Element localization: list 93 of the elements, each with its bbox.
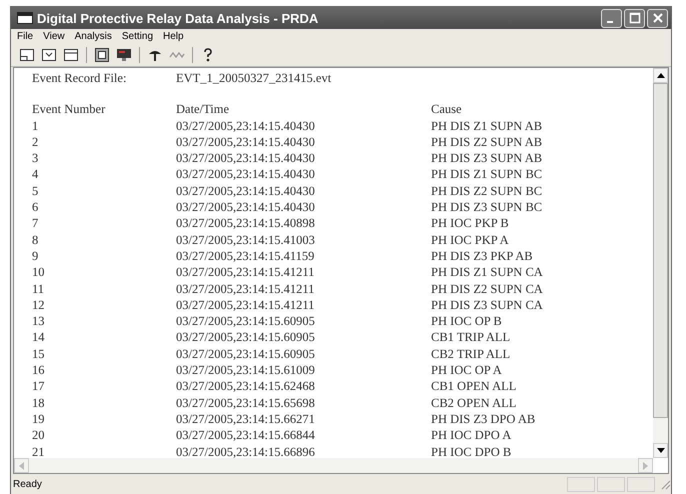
table-cell-text: 03/27/2005,23:14:15.40430 [176,182,316,200]
maximize-icon [628,11,642,25]
table-cell-text: 03/27/2005,23:14:15.41211 [176,280,316,297]
window-icon [17,12,33,24]
document-icon[interactable] [17,46,37,64]
scroll-down-icon[interactable] [653,443,668,458]
table-cell-text: CB2 OPEN ALL [431,394,518,411]
table-cell-text: CB1 TRIP ALL [431,329,512,346]
table-cell-text: 3 [32,150,40,166]
table-cell-text: 20 [32,427,46,444]
table-cell-text: 8 [32,232,40,248]
table-cell-text: 5 [32,182,40,200]
table-cell-text: PH DIS Z3 SUPN AB [431,150,544,166]
document-icon[interactable] [39,46,59,64]
table-cell-text: 03/27/2005,23:14:15.41159 [176,248,316,264]
menu-item[interactable]: Help [159,31,188,42]
table-cell-text: PH IOC OP A [431,362,503,378]
table-cell-text: 03/27/2005,23:14:15.40430 [176,199,316,216]
status-pane [567,476,595,492]
table-cell-text: 9 [32,248,40,264]
table-cell-text: PH IOC OP B [431,313,503,330]
close-icon [650,11,664,25]
table-cell-text: 11 [32,280,46,297]
table-cell-text: 21 [32,444,46,458]
table-cell-text: PH DIS Z2 SUPN BC [431,182,544,200]
column-header: Cause [431,101,463,118]
table-cell-text: 6 [32,199,40,216]
table-cell-text: PH DIS Z3 SUPN CA [431,296,544,314]
table-cell-text: PH IOC PKP B [431,215,510,232]
status-pane [627,476,655,492]
table-cell-text: 7 [32,215,40,232]
table-cell-text: 19 [32,410,46,428]
table-cell-text: 03/27/2005,23:14:15.66271 [176,410,316,428]
status-text: Ready [13,478,43,490]
minimize-icon [606,21,612,23]
table-cell-text: 03/27/2005,23:14:15.62468 [176,378,316,395]
table-cell-text: 03/27/2005,23:14:15.41211 [176,296,316,314]
table-cell-text: 10 [32,264,46,281]
table-cell-text: 18 [32,394,46,411]
table-cell-text: PH IOC DPO B [431,444,512,458]
resize-grip-icon[interactable] [659,478,671,490]
table-cell-text: 03/27/2005,23:14:15.66844 [176,427,316,444]
table-cell-text: 03/27/2005,23:14:15.40898 [176,215,316,232]
table-cell-text: 03/27/2005,23:14:15.41003 [176,232,316,248]
table-cell-text: 03/27/2005,23:14:15.60905 [176,313,316,330]
table-cell-text: PH DIS Z2 SUPN CA [431,280,544,297]
table-cell-text: 15 [32,346,46,362]
table-cell-text: 17 [32,378,46,395]
monitor-icon[interactable] [114,46,134,64]
table-cell-text: 14 [32,329,46,346]
close-button[interactable] [647,8,668,28]
table-cell-text: 12 [32,296,46,314]
table-cell-text: 03/27/2005,23:14:15.40430 [176,134,316,150]
column-header: Date/Time [176,101,230,118]
record-file-name: EVT_1_20050327_231415.evt [176,70,332,86]
column-header: Event Number [32,101,106,118]
document-icon[interactable] [61,46,81,64]
status-pane [597,476,625,492]
table-cell-text: PH DIS Z2 SUPN AB [431,134,544,150]
table-cell-text: CB2 TRIP ALL [431,346,512,362]
table-cell-text: 2 [32,134,40,150]
table-cell-text: PH IOC DPO A [431,427,512,444]
table-cell-text: 1 [32,118,40,134]
table-cell-text: 03/27/2005,23:14:15.65698 [176,394,316,411]
table-cell-text: 03/27/2005,23:14:15.66896 [176,444,316,458]
window-title: Digital Protective Relay Data Analysis - PRDA [37,10,320,26]
table-cell-text: 03/27/2005,23:14:15.41211 [176,264,316,281]
table-cell-text: 13 [32,313,46,330]
menu-item[interactable]: Setting [118,31,158,42]
table-cell-text: 03/27/2005,23:14:15.60905 [176,329,316,346]
table-cell-text: 03/27/2005,23:14:15.60905 [176,346,316,362]
table-cell-text: PH DIS Z1 SUPN BC [431,166,544,183]
menu-item[interactable]: Analysis [70,31,116,42]
table-cell-text: 16 [32,362,46,378]
table-cell-text: 4 [32,166,40,183]
table-cell-text: 03/27/2005,23:14:15.40430 [176,150,316,166]
table-cell-text: PH DIS Z3 DPO AB [431,410,536,428]
table-cell-text: PH DIS Z3 SUPN BC [431,199,544,216]
table-cell-text: 03/27/2005,23:14:15.40430 [176,118,316,134]
table-cell-text: PH DIS Z1 SUPN AB [431,118,544,134]
record-file-label: Event Record File: [32,70,128,86]
minimize-button[interactable] [601,8,622,28]
table-cell-text: PH IOC PKP A [431,232,510,248]
menu-item[interactable]: File [13,31,38,42]
table-cell-text: PH DIS Z1 SUPN CA [431,264,544,281]
table-cell-text: CB1 OPEN ALL [431,378,518,395]
table-cell-text: 03/27/2005,23:14:15.40430 [176,166,316,183]
table-cell-text: PH DIS Z3 PKP AB [431,248,534,264]
menu-item[interactable]: View [39,31,69,42]
copy-icon[interactable] [92,46,112,64]
scroll-up-icon[interactable] [653,68,668,83]
table-cell-text: 03/27/2005,23:14:15.61009 [176,362,316,378]
maximize-button[interactable] [624,8,645,28]
